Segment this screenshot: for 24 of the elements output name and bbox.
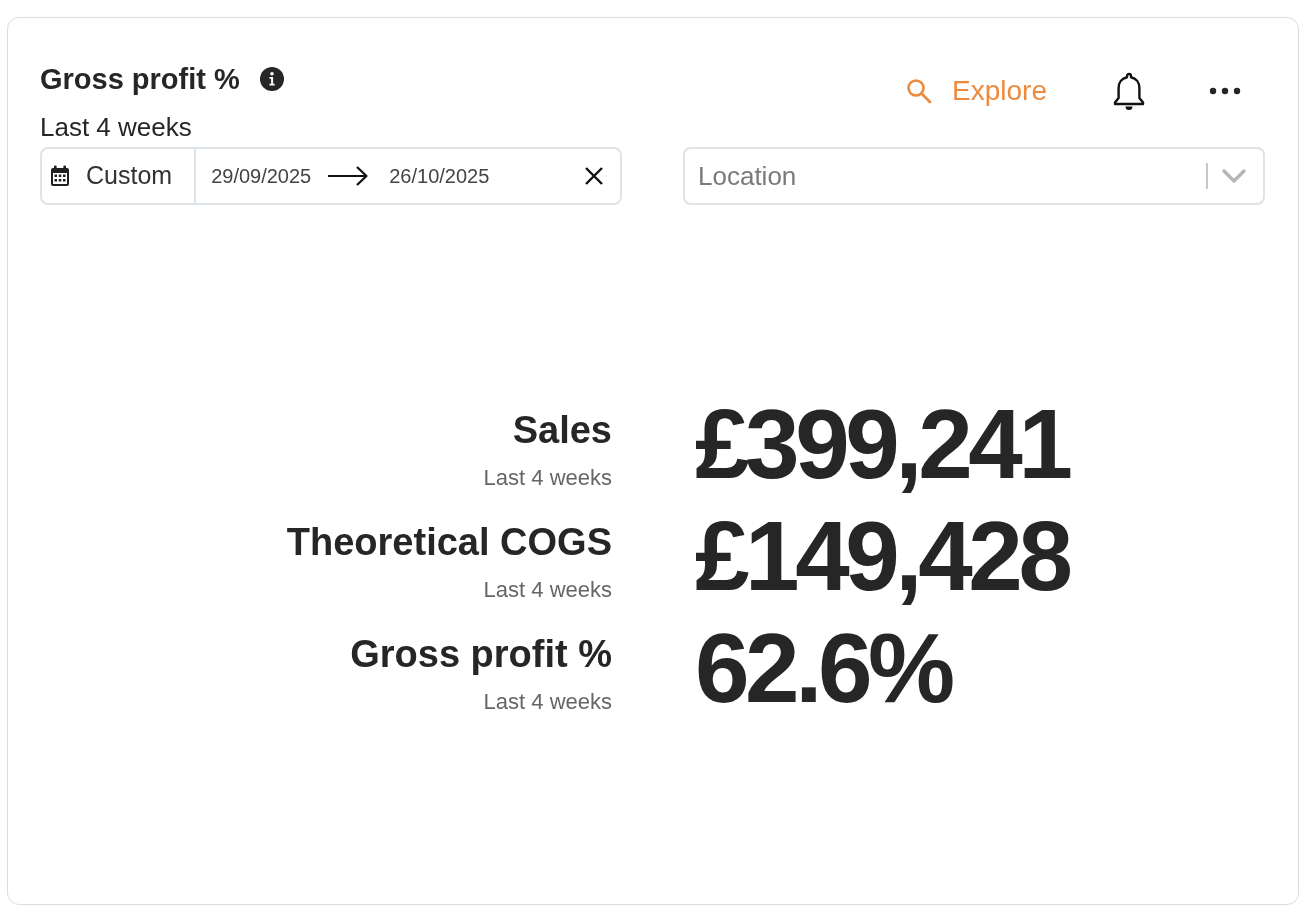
metric-label: Theoretical COGS [286,520,612,565]
end-date-field[interactable]: 26/10/2025 [389,161,490,191]
location-select[interactable]: Location [683,147,1265,205]
metric-value: £149,428 [695,507,1069,605]
metric-value: £399,241 [695,395,1069,493]
metric-value: 62.6% [695,619,951,717]
metric-label: Gross profit % [350,632,612,677]
metric-label: Sales [512,408,612,453]
arrow-right-icon [327,165,370,187]
metric-period: Last 4 weeks [483,464,612,492]
bell-icon[interactable] [1113,71,1145,111]
card-subtitle: Last 4 weeks [40,112,193,142]
more-icon[interactable] [1209,87,1241,95]
location-input[interactable]: Location [698,156,1206,196]
metric-period: Last 4 weeks [483,688,612,716]
start-date-field[interactable]: 29/09/2025 [211,161,312,191]
metric-period: Last 4 weeks [483,576,612,604]
card-title: Gross profit % [40,62,240,96]
info-icon[interactable] [259,67,284,91]
chevron-down-icon [1221,168,1247,184]
search-icon [906,78,933,104]
calendar-icon [50,165,70,187]
close-icon[interactable] [584,166,604,186]
preset-dropdown[interactable]: Custom [42,149,197,203]
